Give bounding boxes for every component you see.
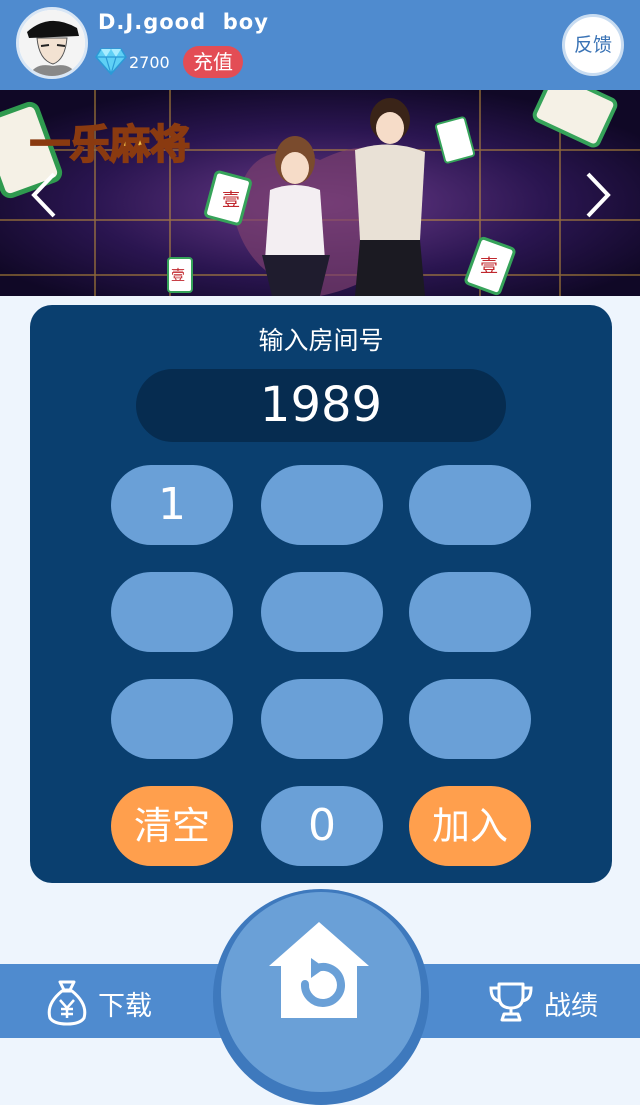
- keypad-key-zero[interactable]: 0: [261, 786, 383, 866]
- keypad-key[interactable]: [409, 679, 531, 759]
- keypad-key[interactable]: [261, 572, 383, 652]
- download-label: 下载: [98, 991, 152, 1022]
- svg-text:壹: 壹: [171, 268, 185, 284]
- svg-text:壹: 壹: [222, 190, 240, 211]
- feedback-button[interactable]: 反馈: [562, 14, 624, 76]
- svg-text:壹: 壹: [480, 256, 498, 277]
- keypad-key[interactable]: 1: [111, 465, 233, 545]
- clear-button[interactable]: 清空: [111, 786, 233, 866]
- download-tab[interactable]: 下载: [0, 964, 215, 1038]
- avatar-portrait-icon: [19, 10, 85, 76]
- join-button[interactable]: 加入: [409, 786, 531, 866]
- record-label: 战绩: [544, 991, 598, 1022]
- keypad-key[interactable]: [111, 679, 233, 759]
- chevron-right-icon[interactable]: [578, 168, 618, 222]
- banner-artwork: 壹 壹 壹 一乐麻将: [0, 90, 640, 296]
- recharge-button[interactable]: 充值: [183, 46, 243, 78]
- gem-count: 2700: [129, 53, 170, 72]
- room-number-display: 1989: [136, 369, 506, 442]
- keypad-key[interactable]: [261, 679, 383, 759]
- diamond-icon: [95, 48, 127, 75]
- panel-title: 输入房间号: [258, 326, 384, 355]
- room-entry-panel: 输入房间号 1989 1 清空 0 加入: [30, 305, 612, 883]
- keypad-key[interactable]: [111, 572, 233, 652]
- keypad-key[interactable]: [409, 465, 531, 545]
- home-button[interactable]: [221, 892, 421, 1092]
- trophy-icon: [489, 982, 533, 1022]
- top-header: D.J.good boy 2700 充值 反馈: [0, 0, 640, 90]
- money-bag-icon: [47, 980, 87, 1026]
- keypad-key[interactable]: [409, 572, 531, 652]
- promo-banner[interactable]: 壹 壹 壹 一乐麻将: [0, 90, 640, 296]
- home-return-icon: [269, 922, 369, 1018]
- keypad-key[interactable]: [261, 465, 383, 545]
- banner-logo: 一乐麻将: [30, 122, 190, 168]
- avatar[interactable]: [16, 7, 88, 79]
- record-tab[interactable]: 战绩: [428, 964, 640, 1038]
- chevron-left-icon[interactable]: [24, 168, 64, 222]
- username: D.J.good boy: [98, 10, 269, 34]
